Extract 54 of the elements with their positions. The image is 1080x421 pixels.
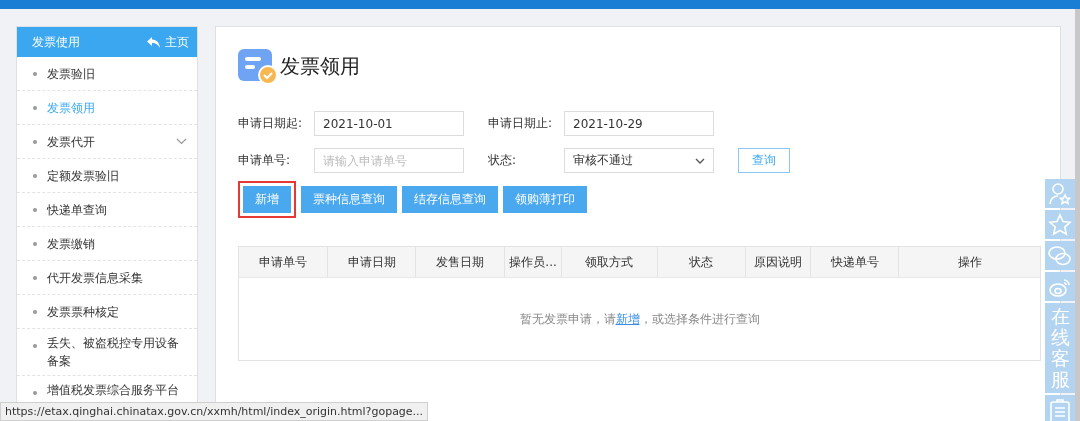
input-field[interactable]: 2021-10-29	[564, 111, 714, 136]
bullet-icon	[33, 310, 37, 314]
float-button[interactable]	[1045, 210, 1075, 239]
float-button[interactable]	[1045, 179, 1075, 208]
chevron-down-icon	[176, 138, 187, 145]
column-header: 领取方式	[561, 247, 658, 277]
link-url-tooltip: https://etax.qinghai.chinatax.gov.cn/xxmh/html/index_origin.html?gopage...	[0, 402, 429, 421]
column-header: 申请日期	[328, 247, 417, 277]
sidebar-item[interactable]: 丢失、被盗税控专用设备备案	[17, 329, 197, 376]
column-header: 发售日期	[416, 247, 506, 277]
chat-icon	[1048, 244, 1072, 267]
bullet-icon	[33, 72, 37, 76]
bullet-icon	[33, 242, 37, 246]
float-button[interactable]	[1045, 241, 1075, 270]
column-header: 状态	[657, 247, 746, 277]
float-button[interactable]	[1045, 272, 1075, 301]
star-icon	[1048, 212, 1072, 237]
column-header: 操作	[956, 253, 983, 271]
empty-message: 暂无发票申请，请新增，或选择条件进行查询	[519, 310, 760, 328]
bullet-icon	[33, 174, 37, 178]
ticket-check-icon	[238, 47, 278, 85]
sidebar-item[interactable]: 发票票种核定	[17, 295, 197, 329]
bullet-icon	[33, 106, 37, 110]
field-label: 申请日期起:	[238, 115, 304, 132]
column-header: 原因说明	[745, 247, 812, 277]
chevron-down-icon	[695, 157, 705, 164]
bullet-icon	[33, 208, 37, 212]
clipboard-icon	[1049, 398, 1071, 421]
status-select[interactable]: 审核不通过	[564, 148, 714, 173]
column-header: 快递单号	[811, 247, 900, 277]
column-header: 操作员...	[505, 247, 562, 277]
sidebar-item[interactable]: 快递单查询	[17, 193, 197, 227]
float-button[interactable]	[1045, 394, 1075, 421]
input-field[interactable]: 请输入申请单号	[314, 148, 464, 173]
bullet-icon	[33, 391, 37, 395]
sidebar-item[interactable]: 代开发票信息采集	[17, 261, 197, 295]
sidebar-title: 发票使用	[32, 33, 80, 51]
page-title: 发票领用	[280, 52, 360, 80]
column-header: 申请单号	[239, 247, 329, 277]
sidebar-item[interactable]: 发票缴销	[17, 227, 197, 261]
sidebar-item[interactable]: 定额发票验旧	[17, 159, 197, 193]
sidebar-item[interactable]: 发票验旧	[17, 57, 197, 91]
field-label: 状态:	[488, 152, 518, 169]
scrollbar[interactable]	[1075, 9, 1080, 421]
field-label: 申请日期止:	[488, 115, 554, 132]
reply-arrow-icon	[147, 36, 160, 48]
bullet-icon	[33, 276, 37, 280]
bullet-icon	[33, 344, 37, 348]
sidebar-item[interactable]: 发票代开	[17, 125, 197, 159]
input-field[interactable]: 2021-10-01	[314, 111, 464, 136]
field-label: 申请单号:	[238, 152, 292, 169]
user-star-icon	[1048, 181, 1072, 206]
add-link[interactable]: 新增	[615, 311, 640, 326]
bullet-icon	[33, 140, 37, 144]
